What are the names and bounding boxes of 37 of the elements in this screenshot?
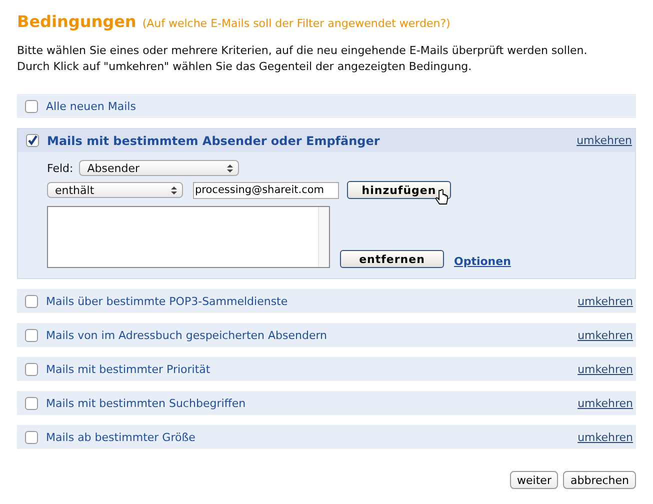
- invert-link[interactable]: umkehren: [578, 430, 633, 444]
- condition-label: Mails ab bestimmter Größe: [46, 430, 196, 444]
- condition-label: Mails mit bestimmten Suchbegriffen: [46, 396, 247, 410]
- select-arrows-icon: [171, 186, 177, 194]
- checkbox[interactable]: [25, 362, 38, 376]
- field-select[interactable]: Absender: [79, 160, 240, 176]
- checkbox[interactable]: [26, 134, 39, 147]
- operator-select[interactable]: enthält: [47, 182, 183, 198]
- checkbox[interactable]: [25, 294, 38, 308]
- invert-link[interactable]: umkehren: [578, 396, 633, 410]
- invert-link[interactable]: umkehren: [576, 134, 632, 147]
- intro-text: Durch Klick auf "umkehren" wählen Sie das Gegenteil der angezeigten Bedingung.: [17, 59, 473, 75]
- condition-label: Mails über bestimmte POP3-Sammeldienste: [46, 294, 289, 308]
- select-arrows-icon: [227, 164, 234, 172]
- invert-link[interactable]: umkehren: [578, 328, 633, 342]
- hand-cursor-icon: [435, 189, 449, 207]
- value-field[interactable]: processing@shareit.com: [193, 182, 339, 198]
- cancel-button[interactable]: abbrechen: [563, 471, 636, 489]
- checkbox[interactable]: [25, 396, 38, 410]
- invert-link[interactable]: umkehren: [578, 362, 633, 376]
- checkbox[interactable]: [25, 100, 38, 112]
- condition-label: Mails mit bestimmtem Absender oder Empfänger: [47, 134, 381, 148]
- condition-label: Mails mit bestimmter Priorität: [46, 362, 212, 376]
- intro-text: Bitte wählen Sie eines oder mehrere Kriterien, auf die neu eingehende E-Mails überprüft werden sollen.: [17, 43, 588, 59]
- checkbox[interactable]: [25, 328, 38, 342]
- section-subtitle: (Auf welche E-Mails soll der Filter angewendet werden?): [142, 17, 450, 30]
- address-list[interactable]: [47, 206, 330, 268]
- section-title: Bedingungen: [17, 12, 136, 31]
- options-link[interactable]: Optionen: [454, 255, 511, 268]
- checkbox[interactable]: [25, 430, 38, 444]
- add-button[interactable]: hinzufügen: [347, 181, 451, 199]
- field-label: Feld:: [47, 162, 74, 174]
- invert-link[interactable]: umkehren: [578, 294, 633, 308]
- condition-label: Alle neuen Mails: [46, 100, 137, 112]
- next-button[interactable]: weiter: [510, 471, 558, 489]
- remove-button[interactable]: entfernen: [340, 250, 444, 268]
- condition-label: Mails von im Adressbuch gespeicherten Absendern: [46, 328, 328, 342]
